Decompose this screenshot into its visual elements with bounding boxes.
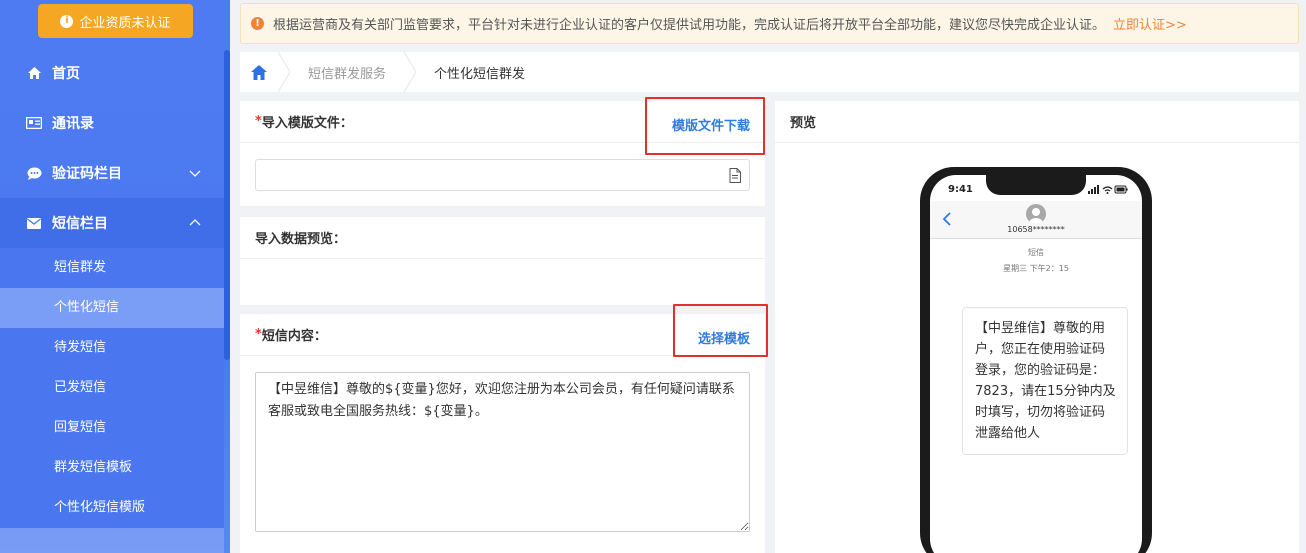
sms-timestamp: 星期三 下午2：15 <box>1003 264 1069 273</box>
sidebar-item-contacts[interactable]: 通讯录 <box>0 98 224 148</box>
sms-content-label: 短信内容： <box>261 329 327 344</box>
data-preview-header: 导入数据预览： <box>240 217 765 259</box>
sidebar-subitem-personalized-sms[interactable]: 个性化短信 <box>0 288 224 328</box>
person-icon <box>1029 208 1043 224</box>
sidebar-nav: 首页 通讯录 验证码栏目 短信栏目 短信群发 个性化短信 待发短信 已发短信 回… <box>0 48 224 528</box>
download-link-highlight <box>645 97 765 155</box>
sidebar-subitem-bulk-template[interactable]: 群发短信模板 <box>0 448 224 488</box>
phone-notch <box>986 175 1086 195</box>
sidebar-item-home[interactable]: 首页 <box>0 48 224 98</box>
certification-button[interactable]: i 企业资质未认证 <box>38 4 193 38</box>
home-icon <box>26 66 42 80</box>
back-chevron-icon[interactable] <box>942 212 952 226</box>
certification-label: 企业资质未认证 <box>79 15 171 31</box>
breadcrumb: 短信群发服务 个性化短信群发 <box>240 52 1299 92</box>
preview-header: 预览 <box>775 101 1299 143</box>
chevron-up-icon <box>189 219 201 226</box>
breadcrumb-home[interactable] <box>240 52 278 92</box>
data-preview-panel: 导入数据预览： <box>240 217 765 305</box>
sidebar-subitem-pending-sms[interactable]: 待发短信 <box>0 328 224 368</box>
file-icon <box>729 168 741 183</box>
breadcrumb-item-current: 个性化短信群发 <box>434 66 526 82</box>
warning-icon: ! <box>251 17 264 30</box>
envelope-icon <box>26 216 42 230</box>
sidebar-item-label: 短信栏目 <box>52 216 108 232</box>
breadcrumb-item-bulk-service[interactable]: 短信群发服务 <box>290 52 404 92</box>
data-preview-label: 导入数据预览： <box>255 232 347 247</box>
preview-title: 预览 <box>790 116 817 131</box>
select-template-highlight <box>673 304 768 357</box>
contact-card-icon <box>26 116 42 130</box>
certification-notice: ! 根据运营商及有关部门监管要求，平台针对未进行企业认证的客户仅提供试用功能，完… <box>240 3 1299 44</box>
phone-time: 9:41 <box>948 184 973 195</box>
sidebar-subitem-personalized-template[interactable]: 个性化短信模版 <box>0 488 224 528</box>
sidebar-item-verification[interactable]: 验证码栏目 <box>0 148 224 198</box>
home-icon <box>251 64 267 80</box>
phone-mockup: 9:41 10658******** 短信 星期三 下午2：15 【中昱维信】尊… <box>920 167 1152 553</box>
message-bubble: 【中昱维信】尊敬的用户，您正在使用验证码登录，您的验证码是：7823，请在15分… <box>962 307 1128 455</box>
required-mark: * <box>255 114 262 129</box>
sidebar-item-label: 通讯录 <box>52 116 94 132</box>
file-upload-input[interactable] <box>255 159 750 191</box>
sender-number: 10658******** <box>1007 225 1065 234</box>
import-template-label: 导入模版文件： <box>261 116 353 131</box>
chat-bubble-icon <box>26 166 42 180</box>
sidebar-item-label: 验证码栏目 <box>52 166 122 182</box>
required-mark: * <box>255 327 262 342</box>
sidebar-subitem-bulk-sms[interactable]: 短信群发 <box>0 248 224 288</box>
certify-now-link[interactable]: 立即认证>> <box>1113 14 1187 33</box>
info-icon: i <box>60 14 74 28</box>
sidebar: i 企业资质未认证 首页 通讯录 验证码栏目 短信栏目 短信群发 个性化短信 待… <box>0 0 230 553</box>
sms-type-label: 短信 <box>1028 248 1044 257</box>
message-header: 10658******** <box>930 201 1142 239</box>
sidebar-item-label: 首页 <box>52 66 80 82</box>
breadcrumb-separator <box>278 52 290 92</box>
chevron-down-icon <box>189 170 201 177</box>
sms-content-textarea[interactable]: 【中昱维信】尊敬的${变量}您好，欢迎您注册为本公司会员，有任何疑问请联系客服或… <box>255 372 750 532</box>
sidebar-scrollbar[interactable] <box>224 50 230 360</box>
signal-wifi-battery-icon <box>1088 185 1128 194</box>
sidebar-subitem-reply-sms[interactable]: 回复短信 <box>0 408 224 448</box>
contact-avatar <box>1026 204 1046 224</box>
sidebar-item-sms[interactable]: 短信栏目 <box>0 198 224 248</box>
sms-submenu: 短信群发 个性化短信 待发短信 已发短信 回复短信 群发短信模板 个性化短信模版 <box>0 248 224 528</box>
breadcrumb-separator <box>404 52 417 92</box>
sidebar-subitem-sent-sms[interactable]: 已发短信 <box>0 368 224 408</box>
notice-text: 根据运营商及有关部门监管要求，平台针对未进行企业认证的客户仅提供试用功能，完成认… <box>273 18 1106 33</box>
phone-screen: 9:41 10658******** 短信 星期三 下午2：15 【中昱维信】尊… <box>930 175 1142 553</box>
